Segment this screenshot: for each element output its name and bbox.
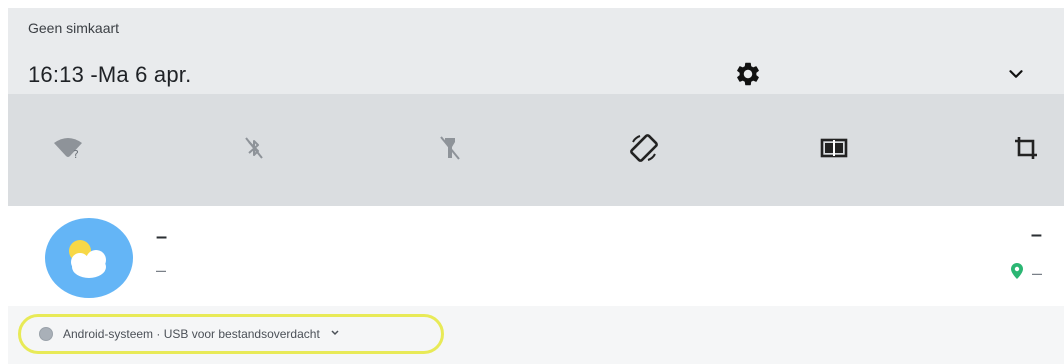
crop-icon xyxy=(1012,134,1040,167)
temperature-value: – xyxy=(1030,224,1042,246)
tile-cast[interactable] xyxy=(814,130,854,170)
wifi-unknown-icon: ? xyxy=(52,136,84,165)
tile-bluetooth[interactable] xyxy=(234,130,274,170)
tile-auto-rotate[interactable] xyxy=(624,130,664,170)
notification-shade: Geen simkaart 16:13 -Ma 6 apr. ? – – – –… xyxy=(8,8,1064,364)
weather-avatar xyxy=(44,217,134,299)
status-header: Geen simkaart 16:13 -Ma 6 apr. xyxy=(8,8,1064,94)
chevron-down-icon xyxy=(330,327,340,341)
svg-text:?: ? xyxy=(73,148,79,160)
tile-crop[interactable] xyxy=(1006,130,1046,170)
tile-wifi[interactable]: ? xyxy=(48,130,88,170)
flashlight-off-icon xyxy=(437,134,463,167)
location-row: – xyxy=(1010,262,1042,285)
cast-screen-icon xyxy=(819,136,849,165)
bluetooth-off-icon xyxy=(242,134,266,167)
weather-notification-card[interactable]: – – – – xyxy=(8,206,1064,306)
date-time-text: 16:13 -Ma 6 apr. xyxy=(28,62,192,87)
notification-text: Android-systeem · USB voor bestandsoverd… xyxy=(63,327,320,341)
weather-subtitle: – xyxy=(156,260,167,280)
location-pin-icon xyxy=(1010,262,1024,285)
carrier-text: Geen simkaart xyxy=(28,20,120,36)
weather-title: – xyxy=(156,226,168,248)
quick-settings-tiles: ? xyxy=(8,94,1064,206)
location-value: – xyxy=(1031,263,1042,283)
system-notification-bar: Android-systeem · USB voor bestandsoverd… xyxy=(8,306,1064,364)
gear-icon xyxy=(734,60,762,93)
settings-button[interactable] xyxy=(730,58,766,94)
tile-flashlight[interactable] xyxy=(430,130,470,170)
usb-notification-pill[interactable]: Android-systeem · USB voor bestandsoverd… xyxy=(18,314,444,354)
chevron-down-icon xyxy=(1005,63,1027,90)
android-icon xyxy=(39,327,53,341)
expand-button[interactable] xyxy=(1002,62,1030,90)
auto-rotate-icon xyxy=(628,132,660,169)
